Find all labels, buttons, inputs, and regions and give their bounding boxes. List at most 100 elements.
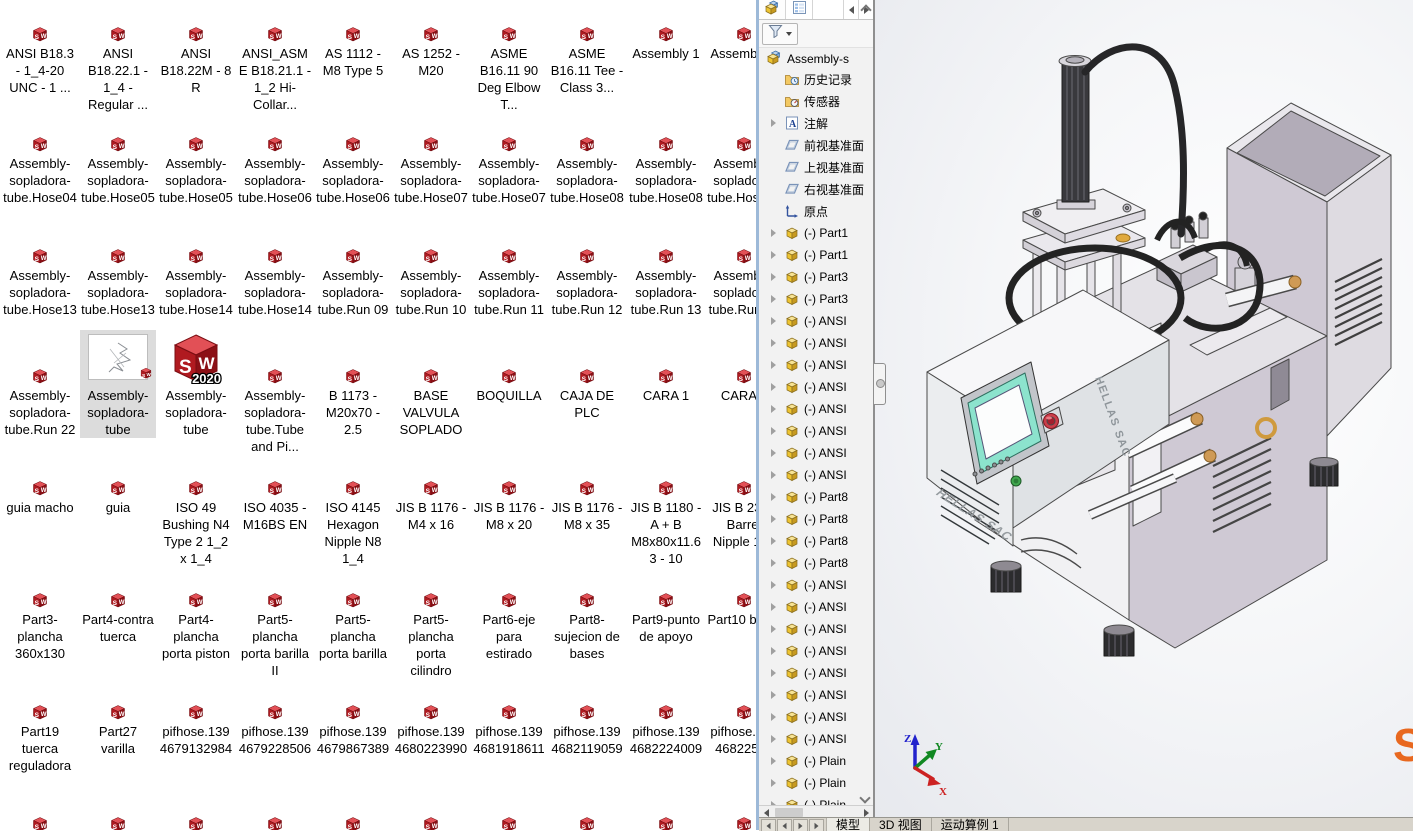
file-item[interactable]: S W Assembly-sopladora-tube.Hose09 [706, 126, 756, 206]
file-item[interactable]: S W Assembly-sopladora-tube.Run 12 [549, 238, 625, 318]
expand-arrow-slot[interactable] [763, 669, 784, 677]
file-item[interactable]: S W [628, 806, 704, 830]
file-item[interactable]: S W Assembly-sopladora-tube.Hose14 [158, 238, 234, 318]
file-item[interactable]: S W 2020 Assembly-sopladora-tube [158, 330, 234, 438]
file-item[interactable]: S W Assembly-sopladora-tube.Hose14 [237, 238, 313, 318]
tree-item-part[interactable]: (-) ANSI [759, 684, 873, 706]
file-item[interactable]: S W Part5-plancha porta barilla II [237, 582, 313, 679]
file-item[interactable]: S W Assembly-sopladora-tube.Hose05 [158, 126, 234, 206]
file-item[interactable]: S W Part4-contra tuerca [80, 582, 156, 645]
file-item[interactable]: S W JIS B 1176 - M8 x 20 [471, 470, 547, 533]
file-item[interactable]: S W Assembly-sopladora-tube.Run 22 [2, 330, 78, 438]
expand-arrow-slot[interactable] [763, 493, 784, 501]
tree-item-plane[interactable]: 右视基准面 [759, 178, 873, 200]
file-item[interactable]: S W Assembly 2 [706, 16, 756, 62]
expand-arrow-slot[interactable] [763, 537, 784, 545]
graphics-viewport[interactable]: HELLAS SAC HELLAS SAC Z Y X S [875, 0, 1413, 818]
expand-arrow-slot[interactable] [763, 625, 784, 633]
tree-item-part[interactable]: (-) ANSI [759, 354, 873, 376]
file-item[interactable]: S W ANSI B18.22.1 - 1_4 - Regular ... [80, 16, 156, 113]
file-item[interactable]: S W Assembly-sopladora-tube.Hose07 [393, 126, 469, 206]
file-item[interactable]: S W [706, 806, 756, 830]
file-item[interactable]: S W ANSI B18.3 - 1_4-20 UNC - 1 ... [2, 16, 78, 96]
file-item[interactable]: S W [158, 806, 234, 830]
file-item[interactable]: S W Assembly-sopladora-tube [80, 330, 156, 438]
file-item[interactable]: S W [80, 806, 156, 830]
file-item[interactable]: S W Part8-sujecion de bases [549, 582, 625, 662]
doc-tab-3[interactable]: 运动算例 1 [932, 818, 1009, 831]
file-item[interactable]: S W Assembly-sopladora-tube.Hose08 [549, 126, 625, 206]
file-item[interactable]: S W Assembly-sopladora-tube.Hose06 [315, 126, 391, 206]
file-item[interactable]: S W Part19 tuerca reguladora [2, 694, 78, 774]
expand-arrow-slot[interactable] [763, 471, 784, 479]
file-item[interactable]: S W ANSI B18.22M - 8 R [158, 16, 234, 96]
expand-arrow-slot[interactable] [763, 691, 784, 699]
filter-button[interactable] [762, 23, 798, 45]
expand-arrow-slot[interactable] [763, 603, 784, 611]
tree-item-part[interactable]: (-) Part3 [759, 288, 873, 310]
tree-item-part[interactable]: (-) ANSI [759, 442, 873, 464]
expand-arrow-slot[interactable] [763, 273, 784, 281]
tree-item-part[interactable]: (-) ANSI [759, 596, 873, 618]
feature-tree-root[interactable]: Assembly-s [759, 48, 873, 69]
panel-back-button[interactable] [843, 0, 858, 19]
expand-arrow-slot[interactable] [763, 449, 784, 457]
tree-item-part[interactable]: (-) Part3 [759, 266, 873, 288]
tab-display-pane[interactable] [786, 0, 813, 19]
file-item[interactable]: S W CARA 1 [628, 330, 704, 404]
tree-item-annotations[interactable]: A 注解 [759, 112, 873, 134]
file-item[interactable]: S W pifhose.1394679132984 [158, 694, 234, 757]
file-item[interactable]: S W Part9-punto de apoyo [628, 582, 704, 645]
tree-item-part[interactable]: (-) ANSI [759, 376, 873, 398]
file-item[interactable]: S W ISO 4145 Hexagon Nipple N8 1_4 [315, 470, 391, 567]
tree-item-part[interactable]: (-) Plain [759, 750, 873, 772]
file-browser[interactable]: S W ANSI B18.3 - 1_4-20 UNC - 1 ... S W … [0, 0, 756, 830]
file-item[interactable]: S W Assembly 1 [628, 16, 704, 62]
file-item[interactable]: S W Part3-plancha 360x130 [2, 582, 78, 662]
file-item[interactable]: S W [393, 806, 469, 830]
file-item[interactable]: S W Assembly-sopladora-tube.Hose05 [80, 126, 156, 206]
file-item[interactable]: S W pifhose.1394681918611 [471, 694, 547, 757]
tree-item-part[interactable]: (-) Part8 [759, 530, 873, 552]
expand-arrow-slot[interactable] [763, 515, 784, 523]
tree-item-sensors[interactable]: 传感器 [759, 90, 873, 112]
expand-arrow-slot[interactable] [763, 427, 784, 435]
expand-arrow-slot[interactable] [763, 119, 784, 127]
expand-arrow-slot[interactable] [763, 647, 784, 655]
file-item[interactable]: S W Assembly-sopladora-tube.Run 13 [628, 238, 704, 318]
expand-arrow-slot[interactable] [763, 229, 784, 237]
next-tab-button[interactable] [793, 819, 808, 831]
file-item[interactable]: S W Assembly-sopladora-tube.Hose06 [237, 126, 313, 206]
solidworks-resources-logo[interactable]: S [1393, 722, 1413, 772]
tree-item-part[interactable]: (-) Part1 [759, 244, 873, 266]
feature-tree[interactable]: 历史记录 传感器 A 注解 前视基准面 上视基准面 右视基准面 原点 (-) P… [759, 68, 873, 816]
file-item[interactable]: S W pifhose.1394679867389 [315, 694, 391, 757]
tree-item-part[interactable]: (-) Part8 [759, 552, 873, 574]
file-item[interactable]: S W ISO 49 Bushing N4 Type 2 1_2 x 1_4 [158, 470, 234, 567]
file-item[interactable]: S W BOQUILLA [471, 330, 547, 404]
file-item[interactable]: S W [315, 806, 391, 830]
file-item[interactable]: S W ISO 4035 - M16BS EN [237, 470, 313, 533]
file-item[interactable]: S W pifhose.1394682119059 [549, 694, 625, 757]
file-item[interactable]: S W Assembly-sopladora-tube.Hose13 [80, 238, 156, 318]
doc-tab-1[interactable]: 模型 [827, 818, 870, 831]
file-item[interactable]: S W guia [80, 470, 156, 516]
file-item[interactable]: S W CARA 2 [706, 330, 756, 404]
file-item[interactable]: S W Assembly-sopladora-tube.Tube and Pi.… [237, 330, 313, 455]
expand-arrow-slot[interactable] [763, 361, 784, 369]
expand-arrow-slot[interactable] [763, 757, 784, 765]
file-item[interactable]: S W JIS B 1176 - M4 x 16 [393, 470, 469, 533]
file-item[interactable]: S W [2, 806, 78, 830]
tree-item-part[interactable]: (-) ANSI [759, 618, 873, 640]
file-item[interactable]: S W Assembly-sopladora-tube.Hose07 [471, 126, 547, 206]
file-item[interactable]: S W Assembly-sopladora-tube.Run 14 [706, 238, 756, 318]
hscroll-thumb[interactable] [775, 808, 803, 817]
tree-item-part[interactable]: (-) ANSI [759, 662, 873, 684]
tree-item-part[interactable]: (-) ANSI [759, 706, 873, 728]
file-item[interactable]: S W ANSI_ASME B18.21.1 - 1_2 Hi-Collar..… [237, 16, 313, 113]
tree-item-part[interactable]: (-) ANSI [759, 310, 873, 332]
file-item[interactable]: S W Assembly-sopladora-tube.Hose08 [628, 126, 704, 206]
tree-item-part[interactable]: (-) ANSI [759, 640, 873, 662]
file-item[interactable]: S W [471, 806, 547, 830]
expand-arrow-slot[interactable] [763, 713, 784, 721]
